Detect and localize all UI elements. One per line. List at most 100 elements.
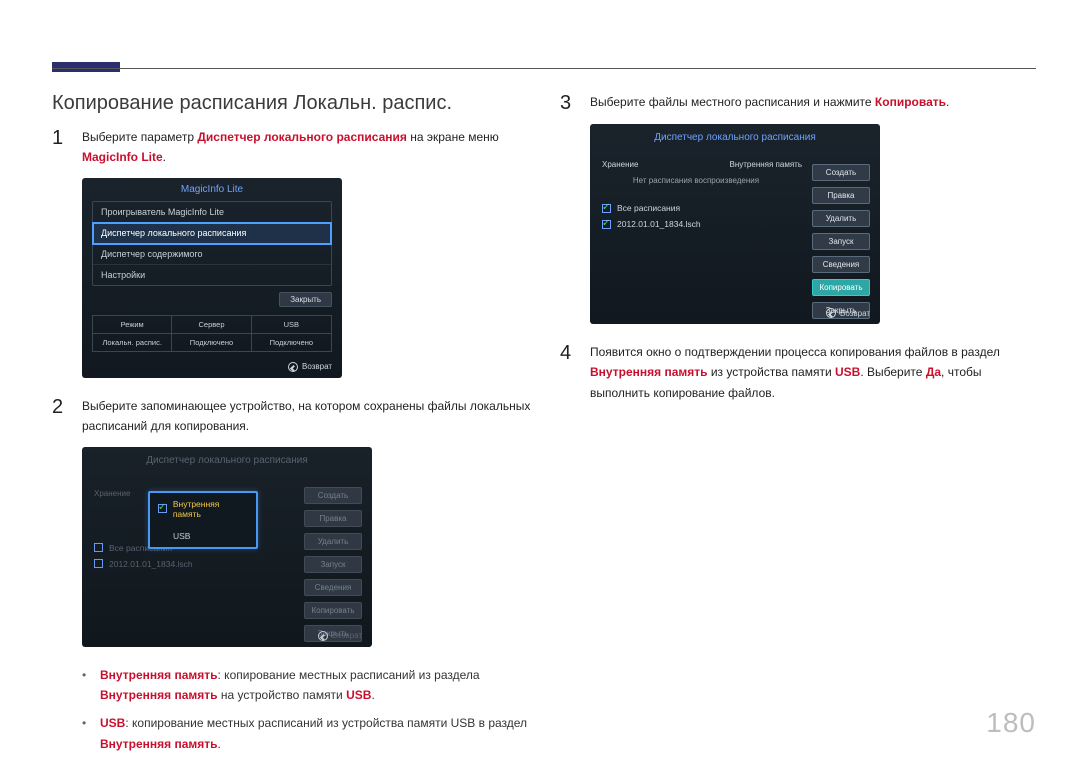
file-label: 2012.01.01_1834.lsch: [617, 219, 701, 229]
step-number: 4: [560, 342, 578, 403]
checkbox-icon[interactable]: [94, 559, 103, 568]
grid-cell: Подключено: [172, 334, 251, 351]
return-label: Возврат: [840, 309, 870, 318]
checkbox-icon[interactable]: [602, 220, 611, 229]
t: .: [218, 737, 221, 751]
bullet-text: Внутренняя память: копирование местных р…: [100, 665, 532, 706]
return-row[interactable]: Возврат: [318, 631, 362, 641]
step-text: Появится окно о подтверждении процесса к…: [590, 342, 1040, 403]
em: Внутренняя память: [100, 688, 218, 702]
window-title: Диспетчер локального расписания: [590, 124, 880, 147]
list-item[interactable]: 2012.01.01_1834.lsch: [602, 216, 701, 232]
file-label: 2012.01.01_1834.lsch: [109, 559, 193, 569]
window-title: MagicInfo Lite: [82, 178, 342, 201]
t: .: [163, 150, 166, 164]
bullet-item: • Внутренняя память: копирование местных…: [82, 665, 532, 706]
list-item: 2012.01.01_1834.lsch: [94, 556, 292, 572]
grid-cell: Локальн. распис.: [93, 334, 172, 351]
em: MagicInfo Lite: [82, 150, 163, 164]
return-row[interactable]: Возврат: [288, 362, 332, 372]
column-memory: Внутренняя память: [730, 160, 802, 169]
t: Появится окно о подтверждении процесса к…: [590, 345, 1000, 359]
page-number: 180: [986, 707, 1036, 739]
return-icon: [318, 631, 328, 641]
copy-button[interactable]: Копировать: [304, 602, 362, 619]
t: .: [371, 688, 374, 702]
menu-item-settings[interactable]: Настройки: [93, 265, 331, 285]
run-button[interactable]: Запуск: [304, 556, 362, 573]
em: Внутренняя память: [590, 365, 708, 379]
checkbox-icon[interactable]: [602, 204, 611, 213]
delete-button[interactable]: Удалить: [812, 210, 870, 227]
label: Внутренняя память: [173, 499, 248, 519]
right-column: 3 Выберите файлы местного расписания и н…: [560, 92, 1040, 413]
step-2: 2 Выберите запоминающее устройство, на к…: [52, 396, 532, 437]
em: Диспетчер локального расписания: [197, 130, 407, 144]
screenshot-storage-picker: Диспетчер локального расписания Хранение…: [82, 447, 372, 647]
em: USB: [346, 688, 371, 702]
checkbox-icon[interactable]: [94, 543, 103, 552]
step-number: 3: [560, 92, 578, 114]
menu-item-player[interactable]: Проигрыватель MagicInfo Lite: [93, 202, 331, 223]
popup-item-usb[interactable]: USB: [150, 525, 256, 547]
return-label: Возврат: [302, 362, 332, 371]
grid-cell: Подключено: [252, 334, 331, 351]
em: Внутренняя память: [100, 668, 218, 682]
edit-button[interactable]: Правка: [812, 187, 870, 204]
screenshot-local-schedule-manager: Диспетчер локального расписания Хранение…: [590, 124, 880, 324]
bullet-list: • Внутренняя память: копирование местных…: [82, 665, 532, 755]
info-button[interactable]: Сведения: [812, 256, 870, 273]
return-row[interactable]: Возврат: [826, 308, 870, 318]
file-list: Все расписания 2012.01.01_1834.lsch: [602, 200, 701, 232]
popup-item-internal[interactable]: Внутренняя память: [150, 493, 256, 525]
window-title: Диспетчер локального расписания: [82, 447, 372, 470]
label: USB: [173, 531, 190, 541]
create-button[interactable]: Создать: [812, 164, 870, 181]
t: : копирование местных расписаний из разд…: [218, 668, 480, 682]
check-icon: [158, 504, 167, 513]
list-item[interactable]: Все расписания: [602, 200, 701, 216]
t: . Выберите: [860, 365, 925, 379]
status-grid: Режим Сервер USB Локальн. распис. Подклю…: [92, 315, 332, 352]
menu-item-content-manager[interactable]: Диспетчер содержимого: [93, 244, 331, 265]
side-buttons: Создать Правка Удалить Запуск Сведения К…: [304, 487, 362, 642]
t: из устройства памяти: [708, 365, 835, 379]
close-button[interactable]: Закрыть: [279, 292, 332, 307]
step-3: 3 Выберите файлы местного расписания и н…: [560, 92, 1040, 114]
t: Выберите файлы местного расписания и наж…: [590, 95, 875, 109]
edit-button[interactable]: Правка: [304, 510, 362, 527]
copy-button[interactable]: Копировать: [812, 279, 870, 296]
bullet-item: • USB: копирование местных расписаний из…: [82, 713, 532, 754]
return-label: Возврат: [332, 631, 362, 640]
t: .: [946, 95, 949, 109]
step-1: 1 Выберите параметр Диспетчер локального…: [52, 127, 532, 168]
em: USB: [835, 365, 860, 379]
em: Да: [926, 365, 941, 379]
step-number: 2: [52, 396, 70, 437]
em: Внутренняя память: [100, 737, 218, 751]
left-column: Копирование расписания Локальн. распис. …: [52, 92, 532, 762]
create-button[interactable]: Создать: [304, 487, 362, 504]
t: на устройство памяти: [218, 688, 347, 702]
bullet-text: USB: копирование местных расписаний из у…: [100, 713, 532, 754]
no-playback-label: Нет расписания воспроизведения: [590, 176, 802, 185]
screenshot-magicinfo-menu: MagicInfo Lite Проигрыватель MagicInfo L…: [82, 178, 342, 378]
step-4: 4 Появится окно о подтверждении процесса…: [560, 342, 1040, 403]
em: Копировать: [875, 95, 946, 109]
return-icon: [288, 362, 298, 372]
t: Выберите параметр: [82, 130, 197, 144]
return-icon: [826, 308, 836, 318]
step-number: 1: [52, 127, 70, 168]
t: на экране меню: [407, 130, 499, 144]
step-text: Выберите параметр Диспетчер локального р…: [82, 127, 532, 168]
header-rule: [52, 68, 1036, 76]
grid-cell: Сервер: [172, 316, 251, 334]
step-text: Выберите запоминающее устройство, на кот…: [82, 396, 532, 437]
menu-box: Проигрыватель MagicInfo Lite Диспетчер л…: [92, 201, 332, 286]
info-button[interactable]: Сведения: [304, 579, 362, 596]
delete-button[interactable]: Удалить: [304, 533, 362, 550]
t: : копирование местных расписаний из устр…: [125, 716, 527, 730]
menu-item-local-schedule[interactable]: Диспетчер локального расписания: [93, 223, 331, 244]
section-title: Копирование расписания Локальн. распис.: [52, 92, 532, 115]
run-button[interactable]: Запуск: [812, 233, 870, 250]
